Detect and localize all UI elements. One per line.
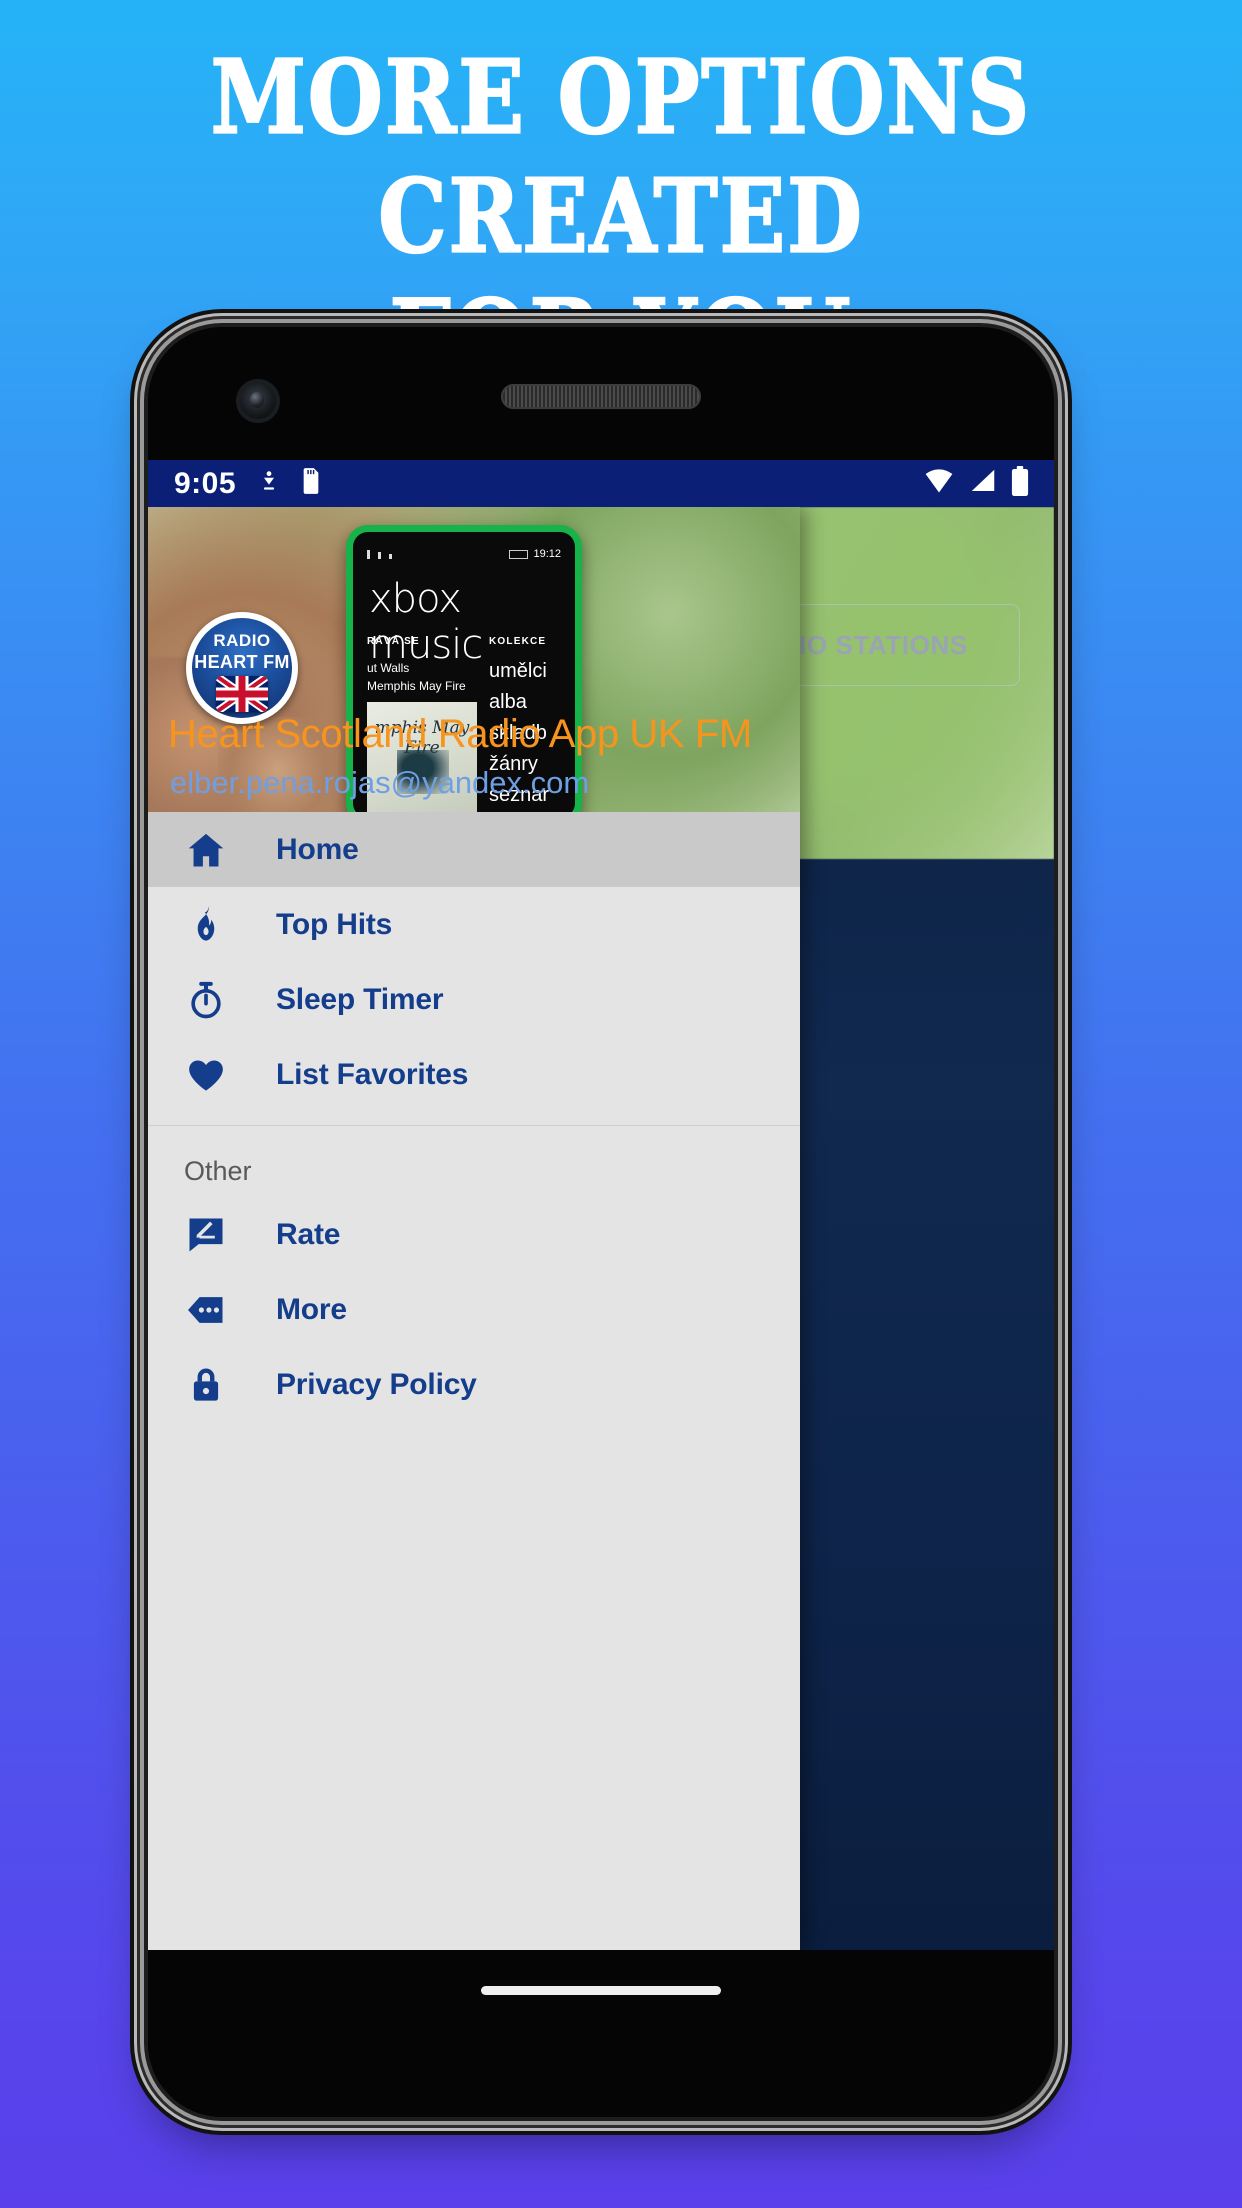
- photo-phone-col1-item: ut Walls: [367, 661, 410, 675]
- drawer-section-other: Other: [184, 1156, 252, 1186]
- home-gesture-pill[interactable]: [481, 1986, 721, 1995]
- status-bar: 9:05: [148, 460, 1054, 507]
- sidebar-item-label: More: [276, 1292, 347, 1326]
- drawer-menu-list: Home Top Hits Sleep Timer List Favorites…: [148, 812, 800, 1422]
- battery-icon: [1010, 466, 1030, 501]
- sidebar-item-label: List Favorites: [276, 1057, 469, 1091]
- sd-card-icon: [300, 467, 322, 500]
- wifi-icon: [922, 467, 956, 500]
- uk-flag-icon: [216, 676, 268, 712]
- rate-comment-icon: [184, 1213, 236, 1257]
- gesture-navigation-bar: [148, 1950, 1054, 2117]
- phone-screen: IO STATIONS S: [148, 460, 1054, 1950]
- drawer-app-name: Heart Scotland Radio App UK FM: [168, 712, 752, 756]
- sidebar-item-list-favorites[interactable]: List Favorites: [148, 1037, 800, 1112]
- photo-phone-col1-item: Memphis May Fire: [367, 679, 466, 693]
- photo-phone-column-1: RÁVÁ SE ut Walls Memphis May Fire: [367, 636, 466, 697]
- logo-line-1: RADIO: [213, 631, 271, 650]
- sidebar-item-home[interactable]: Home: [148, 812, 800, 887]
- home-icon: [184, 828, 236, 872]
- logo-line-2: HEART FM: [194, 652, 290, 672]
- sidebar-item-sleep-timer[interactable]: Sleep Timer: [148, 962, 800, 1037]
- sidebar-item-top-hits[interactable]: Top Hits: [148, 887, 800, 962]
- drawer-account-email: elber.pena.rojas@yandex.com: [170, 765, 590, 800]
- headline-line-1: More Options Created: [210, 37, 1032, 278]
- phone-body: IO STATIONS S: [148, 327, 1054, 2117]
- status-bar-time: 9:05: [174, 466, 237, 500]
- phone-mockup: IO STATIONS S: [148, 327, 1054, 2117]
- sidebar-item-label: Top Hits: [276, 907, 393, 941]
- photo-phone-col1-header: RÁVÁ SE: [367, 636, 420, 647]
- photo-phone-col2-item: umělci: [489, 660, 547, 682]
- photo-phone-signal-icon: [367, 549, 392, 559]
- front-camera-icon: [236, 379, 280, 423]
- flame-icon: [184, 903, 236, 947]
- lock-icon: [184, 1363, 236, 1407]
- sidebar-item-label: Home: [276, 832, 359, 866]
- earpiece-speaker-icon: [501, 384, 701, 409]
- photo-phone-col2-header: KOLEKCE: [489, 636, 547, 647]
- heart-icon: [184, 1053, 236, 1097]
- station-logo-avatar: RADIO HEART FM: [186, 612, 298, 724]
- photo-phone-col2-item: alba: [489, 691, 527, 713]
- drawer-header: 19:12 xbox music RÁVÁ SE ut Walls Memphi…: [148, 507, 800, 812]
- stopwatch-icon: [184, 978, 236, 1022]
- photo-phone-battery-icon: 19:12: [509, 548, 561, 560]
- sidebar-item-label: Sleep Timer: [276, 982, 444, 1016]
- photo-phone-time: 19:12: [533, 548, 561, 560]
- sidebar-item-rate[interactable]: Rate: [148, 1197, 800, 1272]
- cellular-signal-icon: [968, 467, 998, 500]
- photo-phone-statusbar: 19:12: [353, 546, 575, 562]
- sidebar-item-privacy-policy[interactable]: Privacy Policy: [148, 1347, 800, 1422]
- navigation-drawer: 19:12 xbox music RÁVÁ SE ut Walls Memphi…: [148, 507, 800, 1950]
- sidebar-item-label: Rate: [276, 1217, 341, 1251]
- sidebar-item-more[interactable]: More: [148, 1272, 800, 1347]
- sidebar-item-label: Privacy Policy: [276, 1367, 477, 1401]
- more-tag-icon: [184, 1288, 236, 1332]
- download-icon: [258, 468, 280, 499]
- radio-stations-button[interactable]: IO STATIONS: [784, 604, 1020, 686]
